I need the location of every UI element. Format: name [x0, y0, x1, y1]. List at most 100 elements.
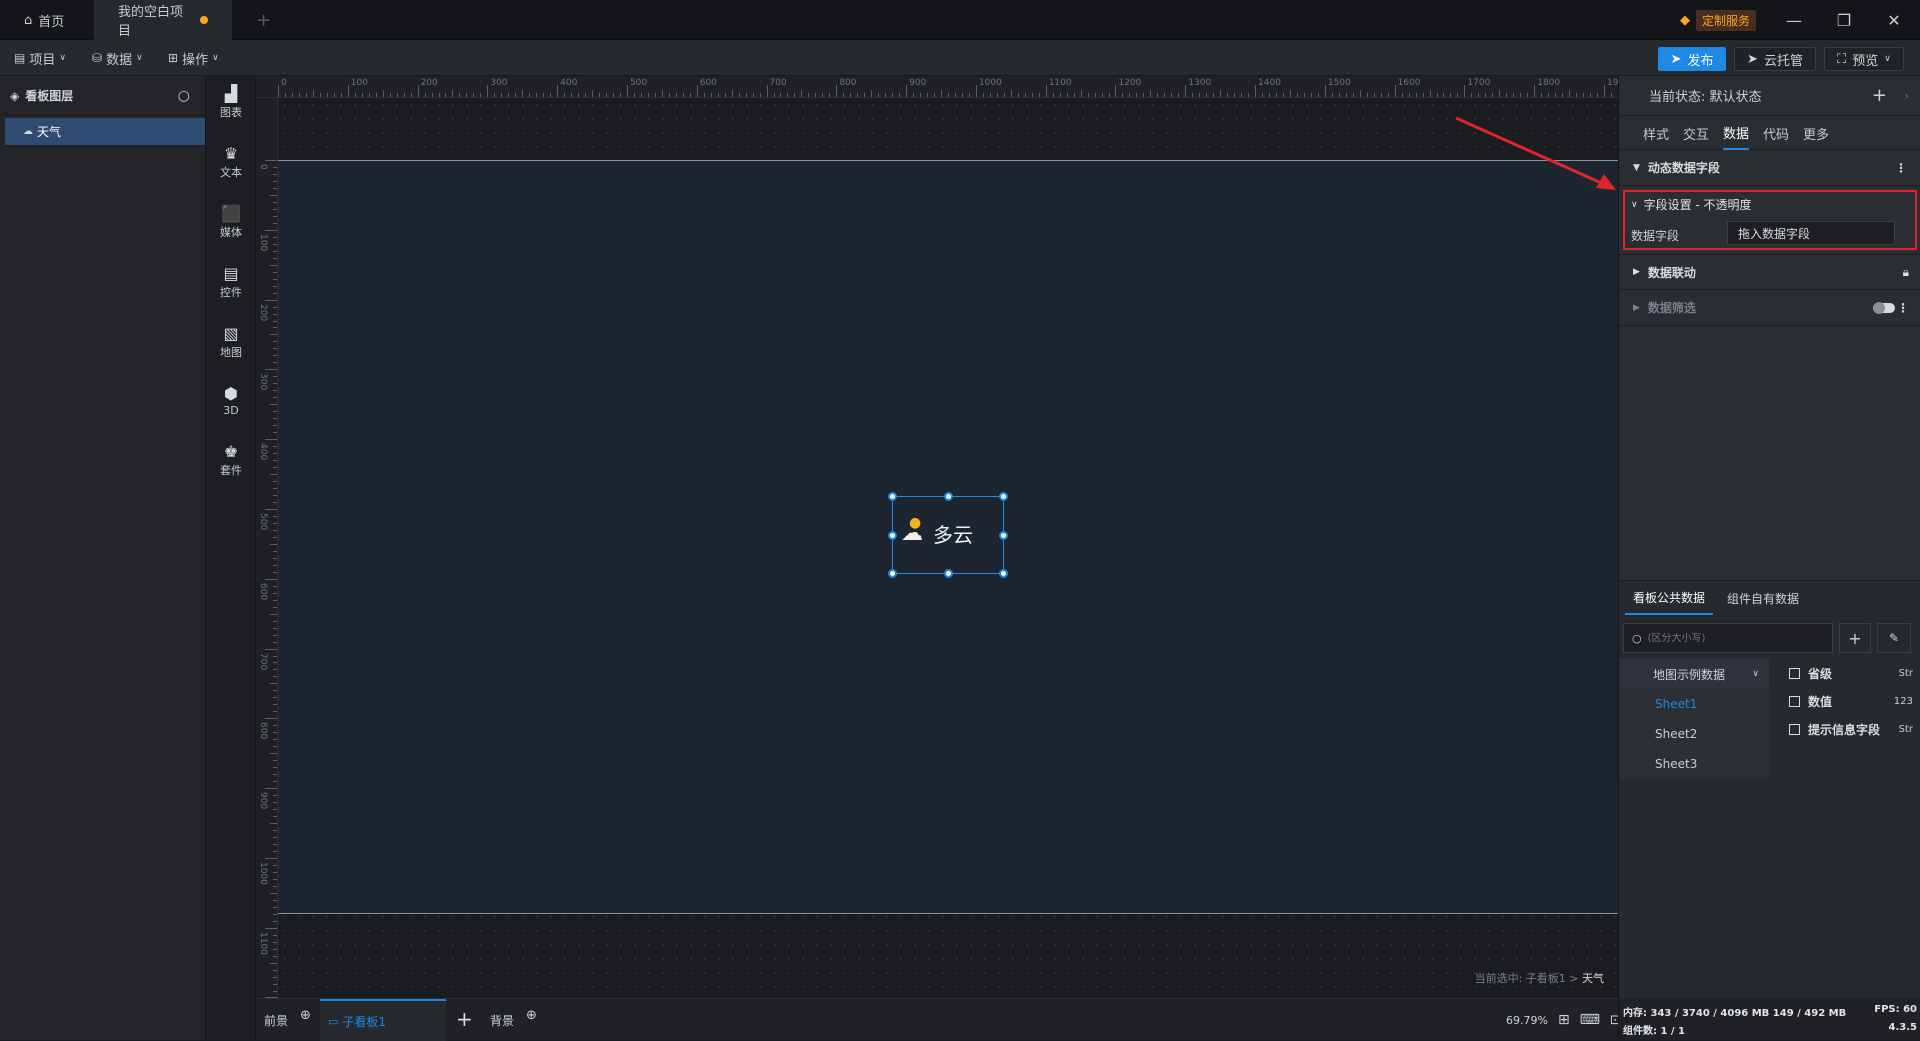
publish-button[interactable]: ➤ 发布	[1658, 47, 1726, 71]
tab-more[interactable]: 更多	[1803, 116, 1829, 150]
component-label: 媒体	[220, 226, 242, 239]
lock-icon[interactable]: 🔒︎	[1903, 265, 1909, 280]
field-type: 123	[1893, 695, 1913, 707]
monitor-icon: ▭	[328, 1014, 339, 1028]
resize-handle[interactable]	[888, 531, 897, 540]
data-field-label: 数据字段	[1631, 229, 1680, 243]
resize-handle[interactable]	[999, 569, 1008, 578]
tab-own-data[interactable]: 组件自有数据	[1719, 581, 1807, 615]
weather-widget[interactable]: ☁ ● 多云	[888, 492, 1008, 578]
dataset-label: 地图示例数据	[1653, 667, 1726, 682]
ruler-tick-label: 300	[490, 78, 508, 88]
state-label[interactable]: 当前状态: 默认状态	[1649, 86, 1762, 105]
new-tab-button[interactable]: +	[232, 0, 280, 40]
field-item[interactable]: 数值 123	[1789, 687, 1919, 715]
search-icon[interactable]: ○	[178, 88, 190, 104]
data-search-input[interactable]	[1647, 632, 1818, 644]
field-settings-header[interactable]: ∨ 字段设置 - 不透明度	[1631, 196, 1752, 213]
edit-data-button[interactable]: ✎	[1877, 623, 1911, 653]
resize-handle[interactable]	[944, 569, 953, 578]
caret-right-icon: ▶	[1633, 267, 1640, 277]
field-item[interactable]: 提示信息字段 Str	[1789, 715, 1919, 743]
diamond-icon: ◆	[1680, 12, 1690, 28]
component-text[interactable]: ♛ 文本	[206, 136, 256, 190]
tab-code[interactable]: 代码	[1763, 116, 1789, 150]
component-label: 文本	[220, 166, 242, 179]
add-circle-icon[interactable]: ⊕	[526, 1008, 537, 1023]
menu-data-label: 数据	[106, 52, 133, 68]
custom-service-button[interactable]: ◆ 定制服务	[1680, 9, 1766, 31]
field-type: Str	[1898, 667, 1913, 679]
map-icon: ▧	[223, 324, 239, 343]
ruler-tick-label: 800	[839, 78, 857, 88]
ruler-tick-label: 200	[258, 303, 268, 321]
section-title: 数据联动	[1647, 265, 1696, 280]
keyboard-icon[interactable]: ⌨	[1580, 1012, 1600, 1028]
more-vertical-icon[interactable]: ⋮	[1897, 301, 1909, 315]
menu-data[interactable]: ⛁ 数据 ∨	[92, 40, 143, 76]
filter-toggle[interactable]	[1873, 302, 1895, 314]
field-item[interactable]: 省级 Str	[1789, 659, 1919, 687]
zoom-controls: 69.79% ⊞ ⌨ ⊡	[1506, 999, 1621, 1041]
resize-handle[interactable]	[999, 531, 1008, 540]
tab-data[interactable]: 数据	[1723, 116, 1750, 150]
chevron-right-icon[interactable]: ›	[1904, 89, 1909, 103]
more-vertical-icon[interactable]: ⋮	[1895, 161, 1907, 175]
sheet-item[interactable]: Sheet1	[1619, 689, 1769, 719]
foreground-tab[interactable]: 前景 ⊕	[264, 999, 311, 1041]
checkbox[interactable]	[1789, 667, 1800, 679]
tab-project[interactable]: 我的空白项目	[94, 0, 232, 40]
sheet-item[interactable]: Sheet3	[1619, 749, 1769, 779]
add-state-icon[interactable]: +	[1872, 85, 1887, 106]
add-circle-icon[interactable]: ⊕	[300, 1008, 311, 1023]
ruler-tick-label: 700	[258, 652, 268, 670]
caret-down-icon: ▼	[1633, 162, 1640, 173]
field-settings-title: 字段设置 - 不透明度	[1643, 198, 1752, 212]
component-media[interactable]: ⬛ 媒体	[206, 196, 256, 250]
menu-operation[interactable]: ⊞ 操作 ∨	[168, 40, 219, 76]
menu-project[interactable]: ▤ 项目 ∨	[14, 40, 66, 76]
add-data-button[interactable]: +	[1839, 623, 1871, 653]
checkbox[interactable]	[1789, 723, 1800, 735]
component-chart[interactable]: ▟ 图表	[206, 76, 256, 130]
menu-operation-label: 操作	[182, 52, 209, 68]
fullscreen-icon: ⛶	[1837, 51, 1847, 67]
add-subboard-button[interactable]: +	[456, 1007, 473, 1031]
component-map[interactable]: ▧ 地图	[206, 316, 256, 370]
resize-handle[interactable]	[944, 492, 953, 501]
dataset-selector[interactable]: 地图示例数据 ∨	[1619, 659, 1769, 689]
subboard-tab[interactable]: ▭ 子看板1	[320, 999, 446, 1041]
section-dynamic-fields[interactable]: ▼ 动态数据字段 ⋮	[1619, 150, 1920, 186]
background-tab[interactable]: 背景 ⊕	[490, 999, 537, 1041]
canvas-area[interactable]: ☁ ● 多云 当前选中: 子看板1 > 天气	[278, 98, 1618, 998]
resize-handle[interactable]	[999, 492, 1008, 501]
chevron-down-icon: ∨	[1884, 54, 1891, 64]
tab-public-data[interactable]: 看板公共数据	[1625, 581, 1714, 615]
chevron-down-icon: ∨	[1631, 199, 1638, 210]
version: 4.3.5	[1888, 1022, 1917, 1033]
tab-style[interactable]: 样式	[1643, 116, 1669, 150]
layer-item-weather[interactable]: ☁ 天气	[5, 118, 205, 145]
fit-screen-icon[interactable]: ⊞	[1558, 1012, 1570, 1028]
resize-handle[interactable]	[888, 492, 897, 501]
cloud-host-button[interactable]: ➤ 云托管	[1734, 47, 1816, 71]
close-button[interactable]: ✕	[1869, 0, 1919, 40]
component-kit[interactable]: ♚ 套件	[206, 434, 256, 488]
component-control[interactable]: ▤ 控件	[206, 256, 256, 310]
component-3d[interactable]: ⬢ 3D	[206, 374, 256, 428]
section-data-linkage[interactable]: ▶ 数据联动 🔒︎	[1619, 254, 1920, 290]
preview-button[interactable]: ⛶ 预览 ∨	[1824, 47, 1904, 71]
sheet-item[interactable]: Sheet2	[1619, 719, 1769, 749]
maximize-button[interactable]: ❐	[1819, 0, 1869, 40]
data-field-dropzone[interactable]: 拖入数据字段	[1727, 221, 1895, 245]
ruler-tick-label: 900	[909, 78, 927, 88]
checkbox[interactable]	[1789, 695, 1800, 707]
component-label: 3D	[223, 403, 239, 417]
tab-home[interactable]: ⌂ 首页	[0, 0, 94, 40]
section-data-filter[interactable]: ▶ 数据筛选 ⋮	[1619, 290, 1920, 326]
zoom-value[interactable]: 69.79%	[1506, 1014, 1548, 1027]
resize-handle[interactable]	[888, 569, 897, 578]
ruler-tick-label: 300	[258, 373, 268, 391]
minimize-button[interactable]: —	[1769, 0, 1819, 40]
tab-interaction[interactable]: 交互	[1683, 116, 1709, 150]
